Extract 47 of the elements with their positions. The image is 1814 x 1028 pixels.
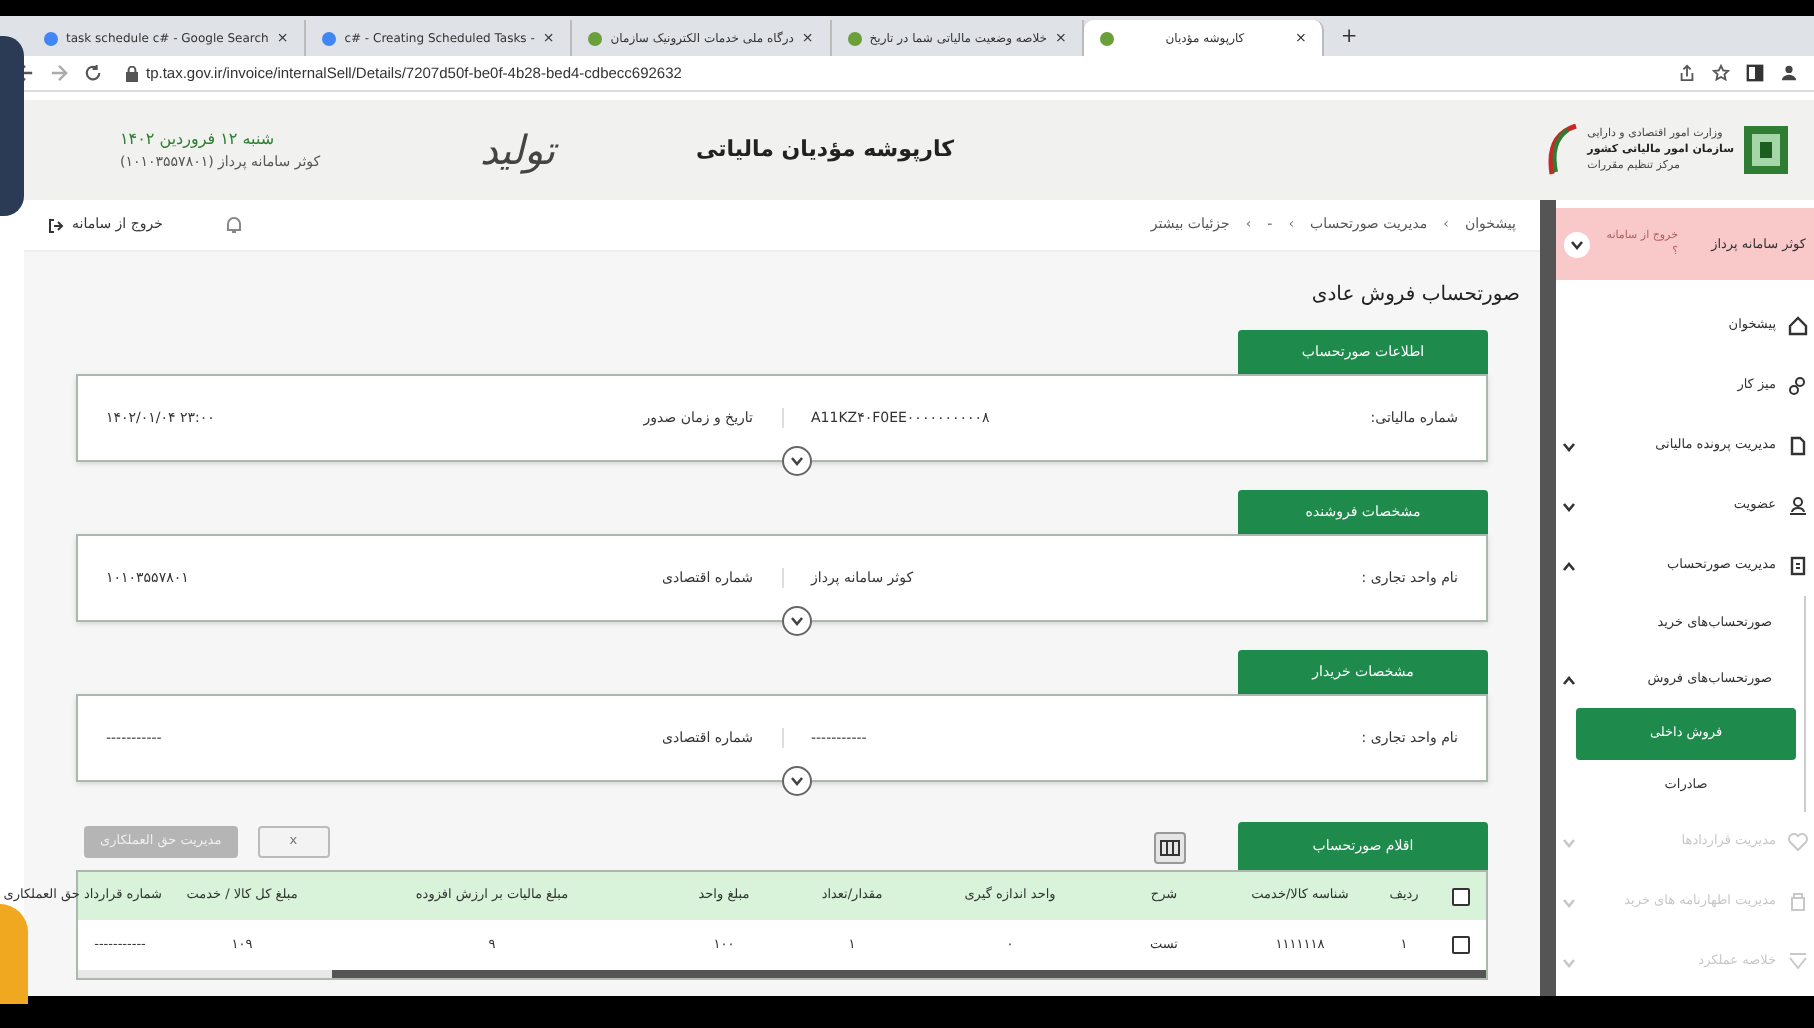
checkbox[interactable] <box>1451 936 1469 954</box>
favicon-icon <box>588 31 603 45</box>
expand-button[interactable] <box>782 766 812 796</box>
scrollbar-thumb[interactable] <box>331 970 1486 978</box>
scrollbar[interactable] <box>1540 200 1556 996</box>
user-icon <box>1788 496 1808 516</box>
reload-icon[interactable] <box>84 64 102 82</box>
favicon-icon <box>44 31 58 45</box>
favicon-icon <box>1100 31 1115 45</box>
chevron-icon[interactable] <box>790 776 804 786</box>
portal-title: کارپوشه مؤدیان مالیاتی <box>696 133 954 166</box>
new-tab-button[interactable]: + <box>1324 21 1374 51</box>
columns-icon <box>1160 840 1180 856</box>
document-icon <box>1788 436 1808 456</box>
people-icon <box>1788 376 1808 396</box>
checkbox[interactable] <box>1451 887 1469 905</box>
favicon-icon <box>847 31 862 45</box>
chevron-icon[interactable] <box>1570 239 1584 249</box>
header-date: شنبه ۱۲ فروردین ۱۴۰۲ <box>120 127 275 152</box>
invoice-icon <box>1788 556 1808 576</box>
sidebar-toggle-icon[interactable] <box>1746 64 1764 82</box>
columns-button[interactable] <box>1154 832 1186 864</box>
dropdown-button[interactable] <box>1564 231 1590 257</box>
shield-icon <box>1788 952 1808 972</box>
tax-emblem-logo <box>1742 124 1790 176</box>
emblem-logo: تولید <box>480 124 556 178</box>
expand-button[interactable] <box>782 446 812 476</box>
chevron-icon[interactable] <box>1562 501 1576 511</box>
flag-logo <box>1543 124 1580 176</box>
chevron-icon[interactable] <box>1562 441 1576 451</box>
chevron-icon[interactable] <box>1562 675 1576 685</box>
share-icon[interactable] <box>1678 64 1696 82</box>
heart-icon <box>1788 832 1808 852</box>
logout-icon <box>48 217 64 233</box>
home-icon <box>1788 316 1808 336</box>
chevron-icon[interactable] <box>1562 561 1576 571</box>
left-corner-shape <box>0 904 28 1004</box>
expand-button[interactable] <box>782 606 812 636</box>
chevron-icon[interactable] <box>790 616 804 626</box>
favicon-icon <box>322 31 337 45</box>
profile-icon[interactable] <box>1780 64 1798 82</box>
lock-icon <box>126 65 138 81</box>
star-icon[interactable] <box>1712 64 1730 82</box>
bell-icon[interactable] <box>226 216 243 234</box>
bag-icon <box>1788 892 1808 912</box>
chevron-icon[interactable] <box>790 456 804 466</box>
page-title: صورتحساب فروش عادی <box>1311 282 1522 310</box>
